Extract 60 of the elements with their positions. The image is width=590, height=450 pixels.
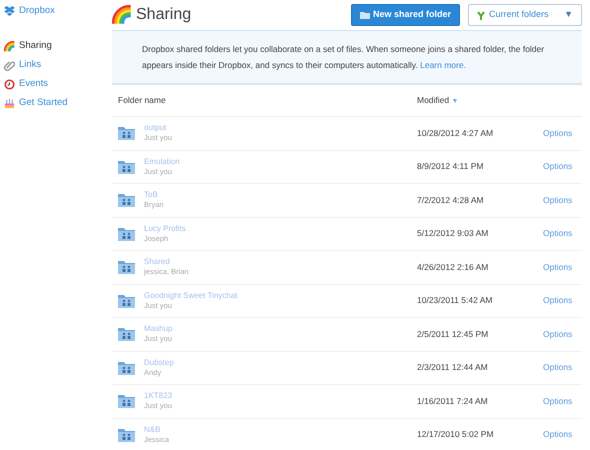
folder-name-link[interactable]: 1KT823 (144, 391, 172, 402)
folder-name-link[interactable]: Lucy Profits (144, 224, 186, 234)
folder-filter-dropdown[interactable]: Current folders ▼ (468, 4, 582, 26)
shared-folder-icon (118, 294, 135, 308)
options-link[interactable]: Options (543, 126, 572, 140)
options-link[interactable]: Options (543, 361, 572, 374)
column-header[interactable]: Folder name (112, 94, 417, 107)
info-text: Dropbox shared folders let you collaborate on a set of files. When someone joins a shared folder, the folder appears inside their Dropbox, and syncs to their computers automatically. Learn more. (142, 44, 544, 70)
modified-date: 7/2/2012 4:28 AM (417, 194, 484, 204)
options-link[interactable]: Options (543, 227, 572, 240)
options-link[interactable]: Options (543, 194, 572, 207)
paperclip-icon (4, 60, 15, 71)
sidebar-item[interactable]: Events (4, 74, 110, 94)
modified-date: 10/23/2011 5:42 AM (417, 295, 492, 305)
shared-folder-icon (118, 394, 135, 408)
cake-icon (4, 98, 15, 109)
options-link[interactable]: Options (543, 394, 572, 408)
modified-date: 2/5/2011 12:45 PM (417, 328, 488, 338)
folder-name-link[interactable]: Shared (144, 257, 189, 268)
shared-folder-icon (118, 327, 135, 342)
branch-icon (477, 10, 485, 20)
shared-folder-icon (118, 193, 135, 208)
options-link[interactable]: Options (543, 428, 572, 442)
rainbow-icon (4, 40, 15, 52)
folder-name-link[interactable]: output (144, 123, 172, 134)
clock-icon (4, 78, 15, 90)
shared-folder-icon (118, 126, 135, 140)
modified-date: 4/26/2012 2:16 AM (417, 262, 488, 272)
folder-name-link[interactable]: Dubstep (144, 358, 174, 368)
options-link[interactable]: Options (543, 260, 572, 274)
modified-date: 10/28/2012 4:27 AM (417, 128, 494, 138)
shared-folder-icon (118, 260, 135, 274)
learn-more-link[interactable]: Learn more. (420, 60, 466, 70)
dropbox-logo[interactable]: Dropbox (4, 4, 55, 18)
column-header[interactable]: Modified (417, 94, 450, 105)
new-shared-folder-button[interactable]: New shared folder (350, 4, 460, 26)
shared-folder-icon (118, 226, 135, 241)
shared-folder-icon (118, 360, 135, 375)
folder-name-link[interactable]: Mashup (144, 324, 172, 334)
folder-name-link[interactable]: N&B (144, 424, 170, 435)
sidebar-item[interactable]: Get Started (4, 94, 110, 113)
folder-icon (360, 11, 370, 19)
shared-folder-icon (118, 428, 135, 442)
modified-date: 8/9/2012 4:11 PM (417, 161, 484, 171)
sidebar-item[interactable]: Links (4, 56, 110, 75)
modified-date: 1/16/2011 7:24 AM (417, 396, 488, 406)
options-link[interactable]: Options (543, 294, 572, 308)
sidebar-item[interactable]: Sharing (4, 36, 110, 56)
rainbow-icon (112, 5, 132, 25)
folder-name-link[interactable]: Goodnight Sweet Tinychat (144, 290, 238, 301)
folder-name-link[interactable]: ToB (144, 190, 164, 200)
caret-icon: ▼ (564, 8, 573, 22)
modified-date: 2/3/2011 12:44 AM (417, 362, 488, 372)
options-link[interactable]: Options (543, 328, 572, 341)
modified-date: 12/17/2010 5:02 PM (417, 429, 494, 439)
options-link[interactable]: Options (543, 160, 572, 174)
modified-date: 5/12/2012 9:03 AM (417, 228, 488, 238)
shared-folder-icon (118, 160, 135, 174)
page-title: Sharing (136, 5, 192, 25)
folder-name-link[interactable]: Emulation (144, 156, 180, 167)
